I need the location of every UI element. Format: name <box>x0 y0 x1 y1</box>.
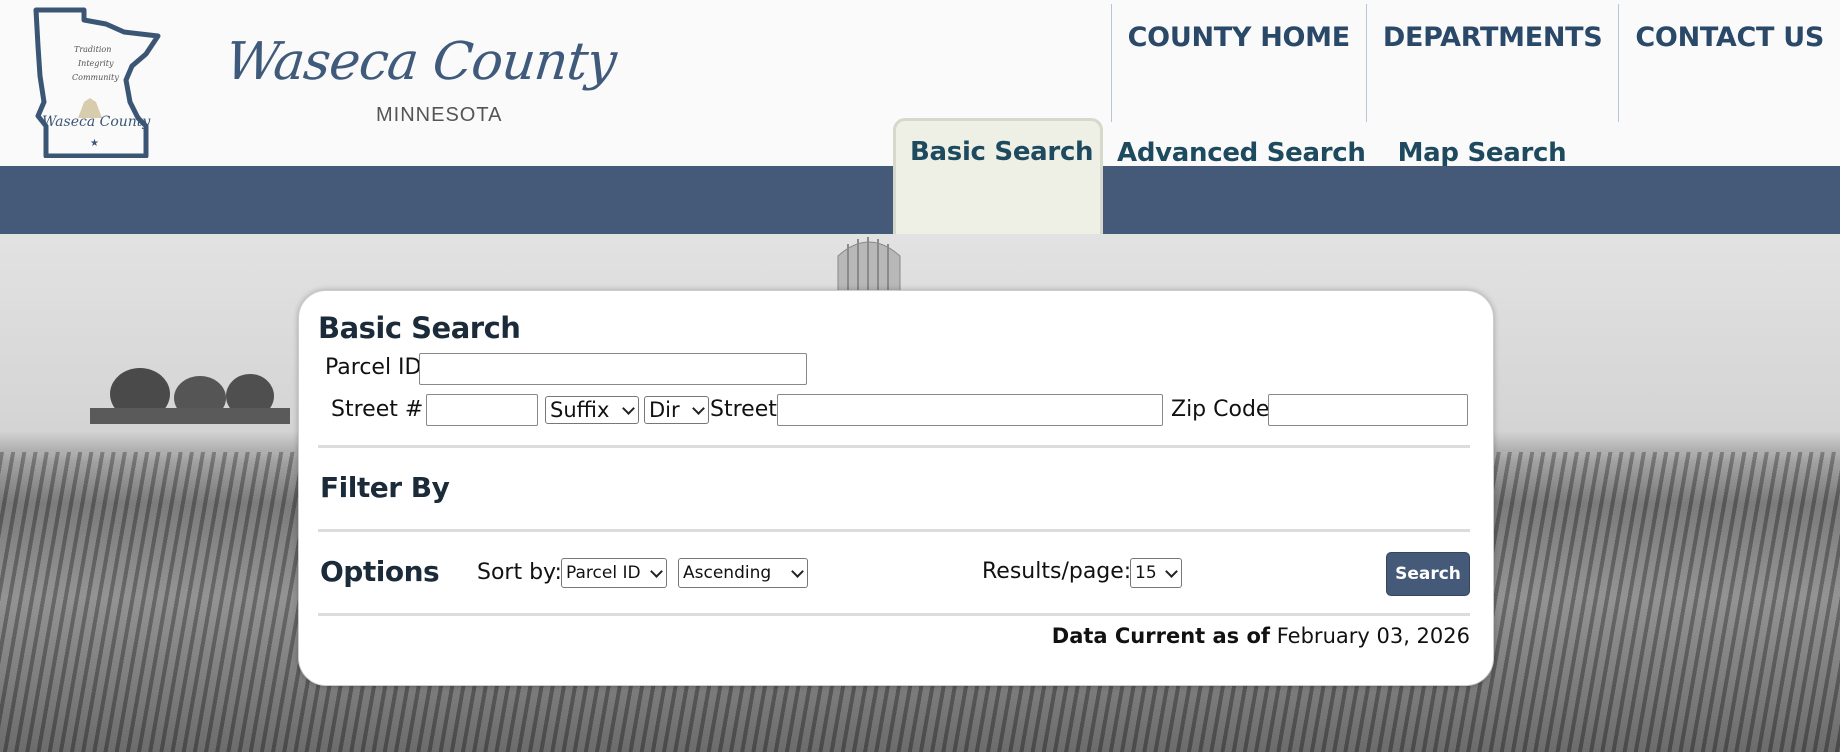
direction-select-value: Dir <box>649 398 680 422</box>
suffix-select[interactable]: Suffix <box>545 396 639 424</box>
results-per-page-select[interactable]: 15 <box>1130 558 1182 588</box>
parcel-id-label: Parcel ID <box>325 355 422 380</box>
tab-basic-search[interactable]: Basic Search <box>893 118 1103 234</box>
chevron-down-icon <box>692 404 704 416</box>
nav-county-home[interactable]: COUNTY HOME <box>1110 4 1366 122</box>
tab-advanced-search[interactable]: Advanced Search <box>1103 118 1380 168</box>
sort-by-label: Sort by: <box>477 560 562 585</box>
data-current-notice: Data Current as of February 03, 2026 <box>1052 624 1470 648</box>
silo-decoration <box>837 237 901 294</box>
treeline-decoration <box>90 368 290 424</box>
minnesota-state-logo-icon[interactable]: Tradition Integrity Community Waseca Cou… <box>28 6 168 158</box>
top-navigation: COUNTY HOME DEPARTMENTS CONTACT US <box>1110 4 1840 122</box>
zip-code-label: Zip Code <box>1171 397 1270 422</box>
nav-contact-us[interactable]: CONTACT US <box>1618 4 1840 122</box>
county-brand-logo[interactable]: Waseca County MINNESOTA <box>223 30 619 130</box>
site-header: Tradition Integrity Community Waseca Cou… <box>0 0 1840 234</box>
data-current-label: Data Current as of <box>1051 624 1271 648</box>
chevron-down-icon <box>622 404 634 416</box>
suffix-select-value: Suffix <box>550 398 610 422</box>
sort-order-select-value: Ascending <box>683 563 772 583</box>
street-number-input[interactable] <box>426 394 538 426</box>
results-per-page-value: 15 <box>1135 563 1157 583</box>
svg-text:Waseca County: Waseca County <box>42 114 151 130</box>
chevron-down-icon <box>1165 567 1177 579</box>
tab-map-search[interactable]: Map Search <box>1380 118 1581 168</box>
sort-by-select[interactable]: Parcel ID <box>561 558 667 588</box>
search-button[interactable]: Search <box>1386 552 1470 596</box>
parcel-id-input[interactable] <box>419 353 807 385</box>
results-per-page-label: Results/page: <box>982 559 1132 584</box>
zip-code-input[interactable] <box>1268 394 1468 426</box>
basic-search-card: Basic Search Parcel ID Street # Suffix D… <box>298 290 1494 686</box>
street-input[interactable] <box>777 394 1163 426</box>
divider <box>318 613 1470 616</box>
street-number-label: Street # <box>331 397 424 422</box>
svg-text:★: ★ <box>90 138 99 149</box>
brand-state: MINNESOTA <box>376 104 503 126</box>
sort-order-select[interactable]: Ascending <box>678 558 808 588</box>
divider <box>318 529 1470 532</box>
direction-select[interactable]: Dir <box>644 396 709 424</box>
brand-name: Waseca County <box>222 32 619 92</box>
chevron-down-icon <box>650 567 662 579</box>
svg-text:Community: Community <box>72 73 119 82</box>
basic-search-title: Basic Search <box>318 311 521 345</box>
nav-departments[interactable]: DEPARTMENTS <box>1365 4 1619 122</box>
chevron-down-icon <box>791 567 803 579</box>
filter-by-heading[interactable]: Filter By <box>320 471 450 504</box>
options-heading: Options <box>320 555 440 588</box>
sort-by-select-value: Parcel ID <box>566 563 641 583</box>
street-label: Street <box>710 397 777 422</box>
svg-text:Integrity: Integrity <box>77 59 114 68</box>
data-current-date: February 03, 2026 <box>1276 624 1470 648</box>
divider <box>318 445 1470 448</box>
svg-text:Tradition: Tradition <box>74 45 111 54</box>
